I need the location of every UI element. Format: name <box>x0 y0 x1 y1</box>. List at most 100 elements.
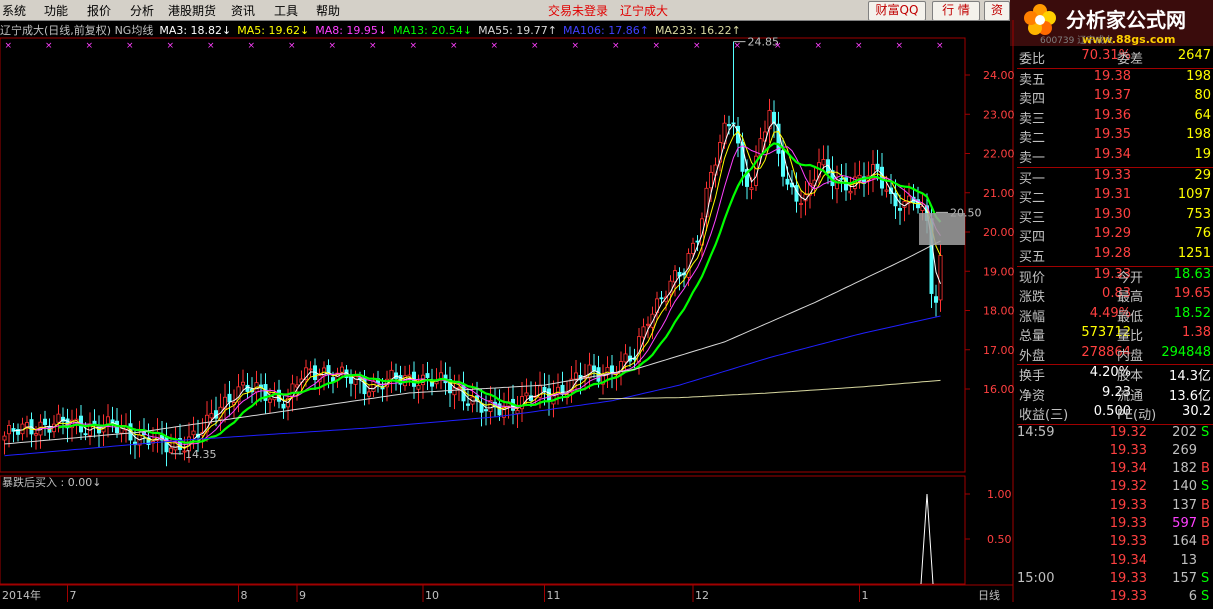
bid-price: 19.28 <box>1093 245 1131 261</box>
order-diff-label: 委差 <box>1117 52 1144 67</box>
ask-volume: 19 <box>1194 146 1211 162</box>
menu-item-help[interactable]: 帮助 <box>316 2 340 19</box>
y-tick-label: 20.00 <box>983 226 1015 239</box>
menu-item-news[interactable]: 资讯 <box>231 2 255 19</box>
tick-volume: 164 <box>1172 534 1197 550</box>
menu-item-quote[interactable]: 报价 <box>87 2 111 19</box>
tick-volume: 137 <box>1172 497 1197 513</box>
tick-volume: 597 <box>1172 516 1197 531</box>
top-marker: × <box>248 41 256 51</box>
candle-body <box>416 385 421 390</box>
month-label: 1 <box>862 589 869 602</box>
candle-body <box>727 124 732 127</box>
candle-body <box>857 174 862 179</box>
tick-price: 19.34 <box>1109 552 1147 568</box>
candle-body <box>641 326 646 338</box>
candle-body <box>785 178 790 185</box>
month-label: 9 <box>299 589 306 602</box>
stat-label: 今开 <box>1117 270 1144 286</box>
y-tick-label: 19.00 <box>983 265 1015 278</box>
wealth-qq-button[interactable]: 财富QQ <box>868 1 926 21</box>
info-button[interactable]: 资 <box>984 1 1010 21</box>
candle-body <box>209 413 214 419</box>
stat-label: 量比 <box>1117 329 1144 344</box>
stat-row: 换手 4.20% 股本 14.3亿 <box>1017 365 1213 385</box>
tick-row: 14:59 19.32 202 S <box>1017 425 1213 445</box>
candle-body <box>43 418 48 425</box>
candle-body <box>56 413 61 423</box>
order-ratio-row: 委比 70.31% 委差 2647 <box>1017 48 1213 68</box>
candle-body <box>821 159 826 166</box>
stat-value: 30.2 <box>1182 404 1211 419</box>
candle-body <box>848 190 853 194</box>
month-label: 12 <box>695 589 709 602</box>
bid-row: 买五 19.28 1251 <box>1017 246 1213 266</box>
candle-body <box>659 297 664 300</box>
stat-label: 流通 <box>1117 388 1144 404</box>
ask-label: 卖五 <box>1019 72 1046 88</box>
ask-label: 卖三 <box>1019 111 1046 127</box>
candle-body <box>884 189 889 192</box>
tick-volume: 269 <box>1172 442 1197 458</box>
candle-body <box>934 296 939 303</box>
candle-body <box>646 323 651 326</box>
candle-body <box>938 255 943 301</box>
candle-body <box>465 403 470 406</box>
candle-body <box>83 433 88 436</box>
ask-row: 卖二 19.35 198 <box>1017 127 1213 147</box>
ask-label: 卖四 <box>1019 92 1046 108</box>
selection-box <box>919 213 965 245</box>
tick-row: 15:00 19.33 157 S <box>1017 571 1213 591</box>
month-label: 7 <box>70 589 77 602</box>
stat-value: 294848 <box>1161 344 1211 360</box>
menu-item-function[interactable]: 功能 <box>44 2 68 19</box>
tick-time: 15:00 <box>1017 570 1055 586</box>
tick-direction: B <box>1201 534 1210 550</box>
stat-row: 涨跌 0.83 最高 19.65 <box>1017 286 1213 306</box>
stock-name-link[interactable]: 辽宁成大 <box>620 2 668 19</box>
candle-body <box>2 435 7 441</box>
top-marker: × <box>410 41 418 51</box>
menu-item-hk-futures[interactable]: 港股期货 <box>168 2 216 19</box>
tick-direction: B <box>1201 516 1210 531</box>
menu-item-analysis[interactable]: 分析 <box>130 2 154 19</box>
stat-value: 13.6亿 <box>1169 388 1211 404</box>
candle-body <box>353 375 358 385</box>
trade-login-status[interactable]: 交易未登录 <box>548 2 608 19</box>
candle-body <box>839 178 844 180</box>
top-marker: × <box>126 41 134 51</box>
ask-price: 19.36 <box>1093 107 1131 123</box>
ask-price: 19.34 <box>1093 146 1131 162</box>
ask-row: 卖五 19.38 198 <box>1017 69 1213 89</box>
kline-chart[interactable]: 16.00 17.00 18.00 19.00 20.00 21.00 22.00 23.00… <box>0 20 1017 602</box>
stat-value: 1.38 <box>1182 325 1211 340</box>
stat-label: 涨跌 <box>1019 290 1046 305</box>
menu-item-tools[interactable]: 工具 <box>274 2 298 19</box>
stat-label: 股本 <box>1117 369 1144 384</box>
candle-body <box>281 403 286 409</box>
candle-body <box>164 436 169 453</box>
market-button[interactable]: 行 情 <box>932 1 980 21</box>
bid-volume: 29 <box>1194 167 1211 183</box>
stat-label: 最低 <box>1117 309 1144 325</box>
candle-body <box>452 387 457 396</box>
stat-value: 19.65 <box>1173 286 1211 301</box>
stat-value: 18.63 <box>1173 266 1211 282</box>
candle-body <box>425 373 430 378</box>
tick-time: 14:59 <box>1017 424 1055 440</box>
ma-line-ma233 <box>598 379 941 400</box>
ask-row: 卖一 19.34 19 <box>1017 147 1213 167</box>
menu-item-system[interactable]: 系统 <box>2 2 26 19</box>
tick-direction: B <box>1201 497 1210 513</box>
top-marker: × <box>5 41 13 51</box>
bid-volume: 753 <box>1186 206 1211 222</box>
ask-volume: 80 <box>1194 88 1211 104</box>
candle-body <box>168 447 173 454</box>
y-tick-label: 23.00 <box>983 108 1015 121</box>
tick-row: 19.34 182 B <box>1017 461 1213 481</box>
candle-body <box>227 393 232 403</box>
candle-body <box>483 409 488 412</box>
bid-label: 买四 <box>1019 230 1046 246</box>
tick-row: 19.33 269 <box>1017 443 1213 463</box>
stat-value: 14.3亿 <box>1169 369 1211 384</box>
